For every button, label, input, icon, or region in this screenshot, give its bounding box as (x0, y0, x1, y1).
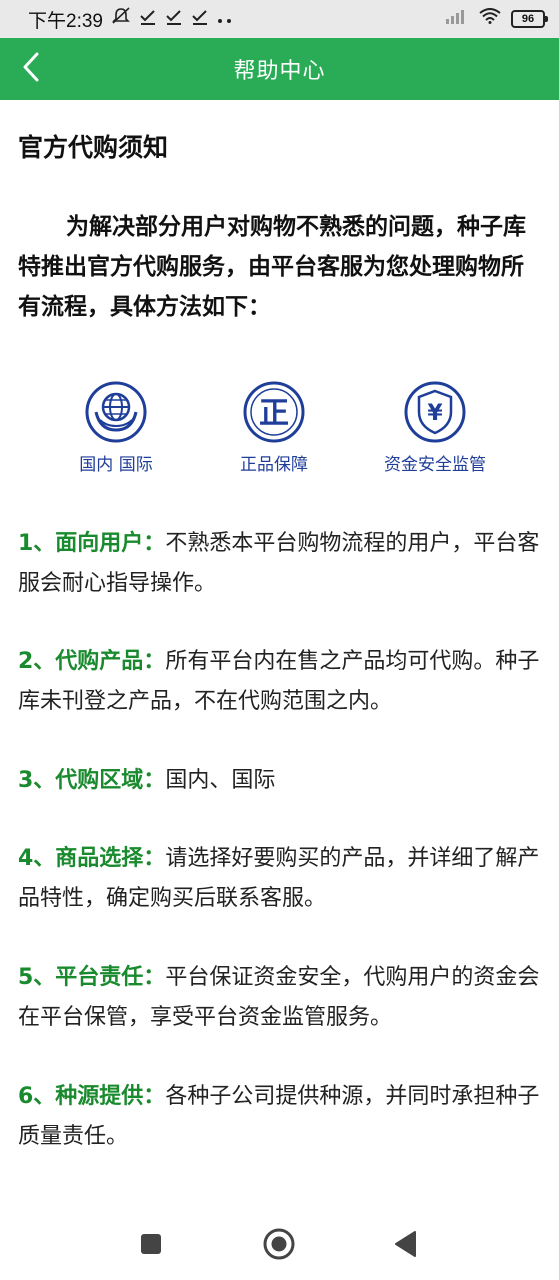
item-text: 国内、国际 (165, 768, 276, 793)
list-item: 3、代购区域：国内、国际 (18, 761, 543, 801)
battery-level: 96 (521, 13, 535, 25)
wifi-icon (479, 8, 501, 30)
yuan-glyph: ¥ (427, 401, 443, 426)
badge-label: 国内 国际 (79, 455, 153, 475)
battery-icon: 96 (511, 10, 548, 28)
signal-icon (445, 8, 469, 30)
badge-label: 资金安全监管 (384, 455, 486, 475)
item-title: 3、代购区域： (18, 768, 166, 793)
mute-icon (111, 7, 131, 31)
genuine-glyph: 正 (259, 396, 289, 431)
download-done-icon (191, 9, 209, 30)
item-title: 4、商品选择： (18, 846, 166, 871)
list-item: 4、商品选择：请选择好要购买的产品，并详细了解产品特性，确定购买后联系客服。 (18, 839, 543, 919)
badge-label: 正品保障 (240, 455, 308, 475)
home-button[interactable] (259, 1226, 299, 1266)
item-title: 5、平台责任： (18, 965, 166, 990)
globe-hands-icon (66, 380, 166, 444)
item-title: 2、代购产品： (18, 649, 166, 674)
badge-genuine: 正 正品保障 (224, 380, 324, 475)
system-nav-bar (0, 1208, 559, 1280)
home-circle-icon (262, 1227, 296, 1265)
badge-fund-security: ¥ 资金安全监管 (370, 380, 500, 475)
back-button[interactable] (8, 46, 54, 92)
app-bar: 帮助中心 (0, 38, 559, 100)
download-done-icon (139, 9, 157, 30)
badge-domestic-international: 国内 国际 (66, 380, 166, 475)
article-title: 官方代购须知 (18, 133, 169, 162)
list-item: 2、代购产品：所有平台内在售之产品均可代购。种子库未刊登之产品，不在代购范围之内… (18, 642, 543, 722)
article-content: 官方代购须知 为解决部分用户对购物不熟悉的问题，种子库特推出官方代购服务，由平台… (0, 100, 559, 1208)
genuine-icon: 正 (224, 380, 324, 444)
triangle-back-icon (393, 1230, 419, 1262)
list-item: 6、种源提供：各种子公司提供种源，并同时承担种子质量责任。 (18, 1077, 543, 1157)
square-icon (139, 1232, 163, 1260)
more-notifications-icon (217, 8, 233, 30)
article-intro: 为解决部分用户对购物不熟悉的问题，种子库特推出官方代购服务，由平台客服为您处理购… (18, 214, 526, 320)
status-time: 下午2:39 (28, 10, 103, 32)
chevron-left-icon (20, 51, 42, 87)
list-item: 1、面向用户：不熟悉本平台购物流程的用户，平台客服会耐心指导操作。 (18, 524, 543, 604)
item-title: 1、面向用户： (18, 531, 166, 556)
status-bar: 下午2:39 96 (0, 0, 559, 38)
page-title: 帮助中心 (233, 59, 326, 84)
recents-button[interactable] (131, 1226, 171, 1266)
download-done-icon (165, 9, 183, 30)
item-title: 6、种源提供： (18, 1084, 166, 1109)
list-item: 5、平台责任：平台保证资金安全，代购用户的资金会在平台保管，享受平台资金监管服务… (18, 958, 543, 1038)
back-nav-button[interactable] (386, 1226, 426, 1266)
yuan-shield-icon: ¥ (370, 380, 500, 444)
service-badges: 国内 国际 正 正品保障 ¥ 资金安全监管 (0, 380, 559, 480)
